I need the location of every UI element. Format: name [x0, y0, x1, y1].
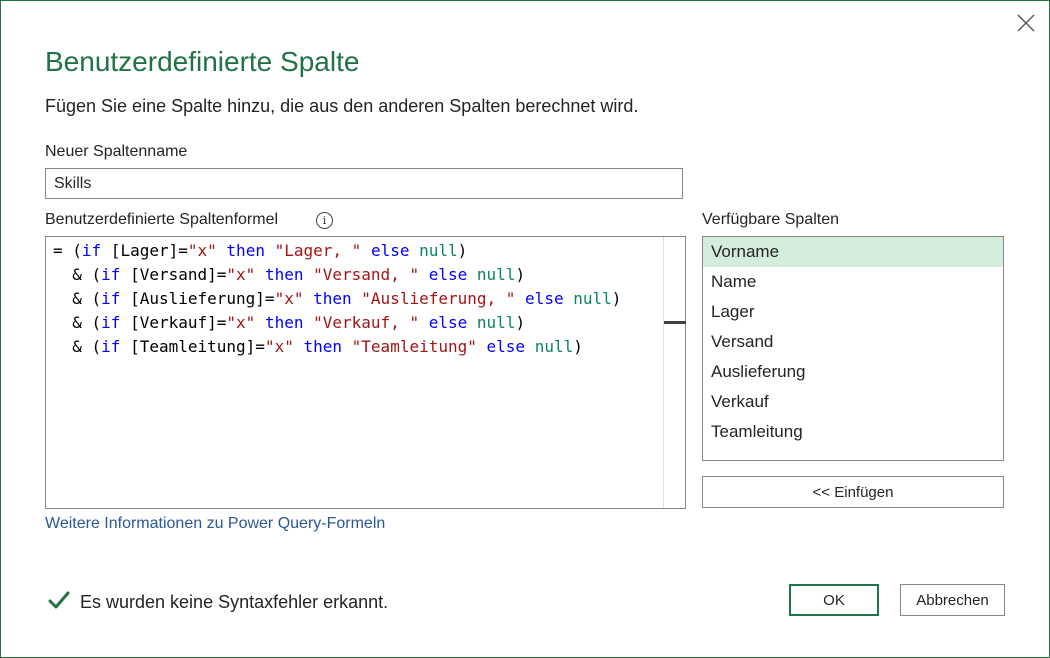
- close-button[interactable]: [1012, 9, 1040, 37]
- ok-button[interactable]: OK: [789, 584, 879, 616]
- dialog-subtitle: Fügen Sie eine Spalte hinzu, die aus den…: [45, 96, 639, 116]
- formula-line: = (if [Lager]="x" then "Lager, " else nu…: [53, 241, 468, 260]
- formula-line: & (if [Auslieferung]="x" then "Ausliefer…: [53, 289, 622, 308]
- help-link[interactable]: Weitere Informationen zu Power Query-For…: [45, 515, 385, 533]
- column-item[interactable]: Lager: [703, 297, 1003, 327]
- formula-line: & (if [Versand]="x" then "Versand, " els…: [53, 265, 526, 284]
- dialog-title: Benutzerdefinierte Spalte: [45, 46, 360, 77]
- formula-line: & (if [Teamleitung]="x" then "Teamleitun…: [53, 337, 583, 356]
- formula-editor[interactable]: = (if [Lager]="x" then "Lager, " else nu…: [45, 236, 686, 509]
- available-columns-label: Verfügbare Spalten: [702, 211, 839, 228]
- column-item[interactable]: Verkauf: [703, 387, 1003, 417]
- scroll-marker: [664, 321, 686, 324]
- formula-line: & (if [Verkauf]="x" then "Verkauf, " els…: [53, 313, 526, 332]
- formula-scrollbar[interactable]: [663, 237, 686, 508]
- column-item[interactable]: Vorname: [703, 237, 1003, 267]
- info-icon[interactable]: i: [316, 212, 333, 229]
- close-icon: [1017, 14, 1035, 32]
- formula-code[interactable]: = (if [Lager]="x" then "Lager, " else nu…: [53, 239, 661, 359]
- column-name-input[interactable]: [45, 168, 683, 199]
- column-item[interactable]: Name: [703, 267, 1003, 297]
- column-item[interactable]: Teamleitung: [703, 417, 1003, 447]
- column-name-label: Neuer Spaltenname: [45, 143, 188, 160]
- available-columns-list[interactable]: Vorname Name Lager Versand Auslieferung Verka…: [702, 236, 1004, 461]
- column-item[interactable]: Auslieferung: [703, 357, 1003, 387]
- cancel-button[interactable]: Abbrechen: [900, 584, 1005, 616]
- checkmark-icon: [48, 591, 70, 609]
- custom-column-dialog: Benutzerdefinierte Spalte Fügen Sie eine…: [0, 0, 1050, 658]
- status-message: Es wurden keine Syntaxfehler erkannt.: [80, 592, 389, 612]
- formula-label: Benutzerdefinierte Spaltenformel: [45, 211, 279, 228]
- column-item[interactable]: Versand: [703, 327, 1003, 357]
- insert-button[interactable]: << Einfügen: [702, 476, 1004, 508]
